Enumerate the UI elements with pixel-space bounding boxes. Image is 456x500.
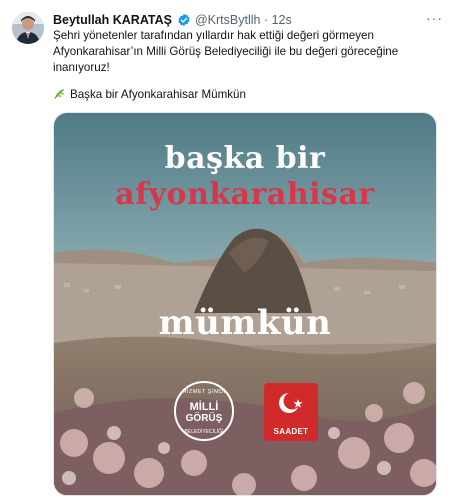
image-headline-3: mümkün [158,303,332,343]
tweet-tagline-row: Başka bir Afyonkarahisar Mümkün [53,87,246,105]
tweet: Beytullah KARATAŞ @KrtsBytllh · 12s ··· … [0,0,456,500]
image-headline-1: başka bir [164,141,326,176]
more-options-icon[interactable]: ··· [426,10,442,26]
saadet-logo: SAADET [264,383,318,441]
logo-bottom-text: BELEDİYECİLİĞİ [184,429,224,435]
logo-top-text: HİZMET ŞİMDİ [182,389,226,395]
avatar[interactable] [12,12,44,44]
author-name[interactable]: Beytullah KARATAŞ [53,13,172,27]
tweet-tagline: Başka bir Afyonkarahisar Mümkün [70,88,246,101]
author-handle[interactable]: @KrtsBytllh [195,13,260,27]
separator-dot: · [263,13,269,27]
logo-mid-text-2: GÖRÜŞ [185,413,223,424]
saadet-label: SAADET [273,427,309,436]
logo-mid-text-1: MİLLİ [189,401,219,413]
herb-icon [53,87,66,105]
tweet-text: Şehri yönetenler tarafından yıllardır ha… [53,28,438,76]
image-headline-2: afyonkarahisar [115,177,375,212]
tweet-body: Şehri yönetenler tarafından yıllardır ha… [53,29,399,74]
timestamp[interactable]: 12s [272,13,292,27]
tweet-header: Beytullah KARATAŞ @KrtsBytllh · 12s [53,11,444,29]
milli-gorus-logo: HİZMET ŞİMDİ MİLLİ GÖRÜŞ BELEDİYECİLİĞİ [174,381,234,441]
crescent-star-icon [279,392,303,413]
tweet-image[interactable]: başka bir afyonkarahisar mümkün HİZMET Ş… [53,112,437,496]
